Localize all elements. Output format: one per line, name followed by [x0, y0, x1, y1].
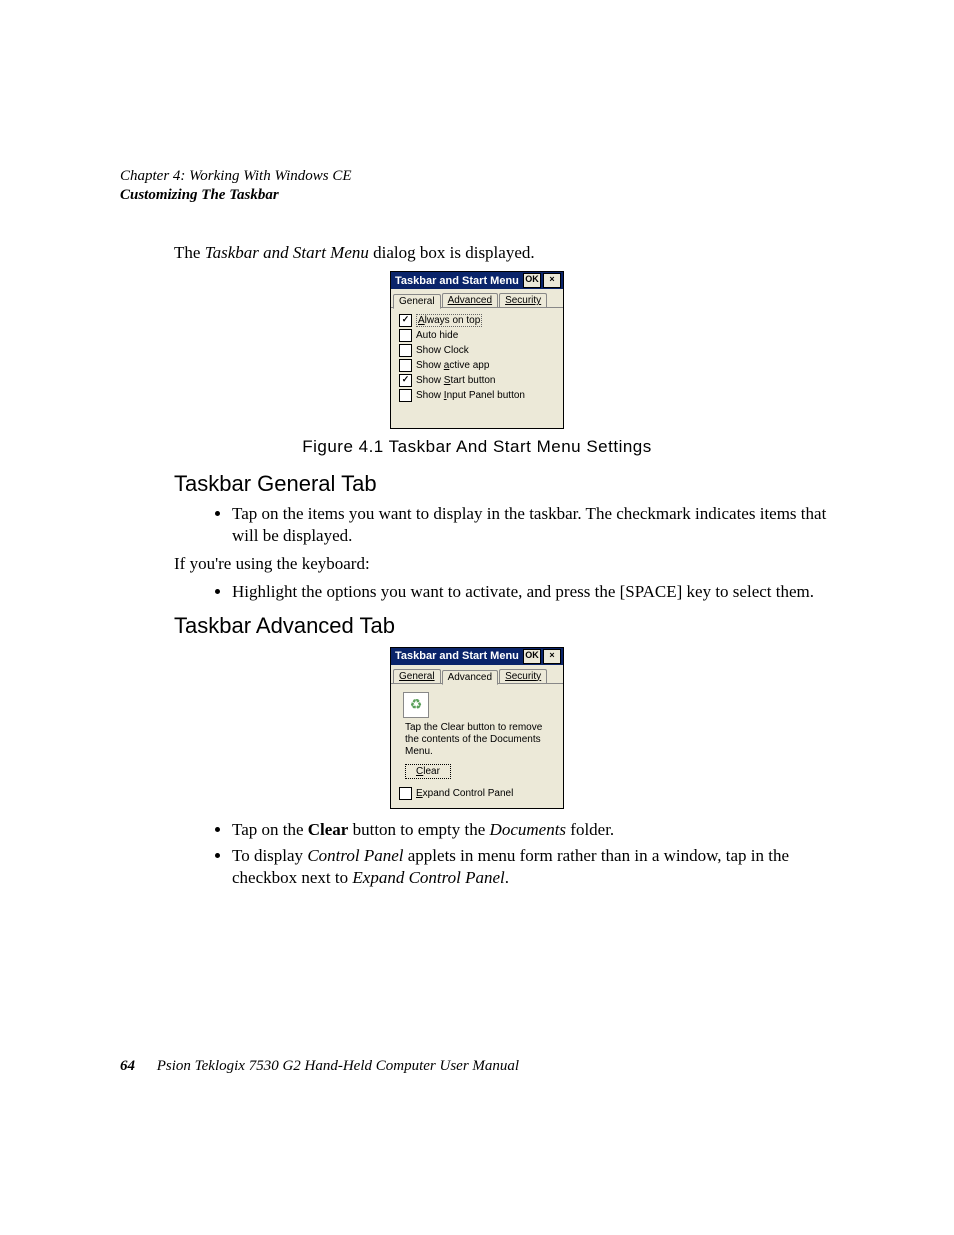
taskbar-dialog-general: Taskbar and Start Menu OK × General Adva…	[390, 271, 564, 429]
page-number: 64	[120, 1058, 135, 1074]
opt-always-on-top[interactable]: ✓ Always on top	[399, 314, 557, 327]
dialog-title: Taskbar and Start Menu	[395, 650, 519, 662]
tab-advanced[interactable]: Advanced	[442, 670, 498, 685]
dialog-title: Taskbar and Start Menu	[395, 275, 519, 287]
documents-icon: ♻	[403, 692, 429, 718]
opt-show-active-app[interactable]: Show active app	[399, 359, 557, 372]
header-chapter: Chapter 4: Working With Windows CE	[120, 168, 834, 185]
tab-advanced[interactable]: Advanced	[442, 293, 498, 307]
heading-advanced-tab: Taskbar Advanced Tab	[174, 613, 834, 639]
checkbox-icon	[399, 389, 412, 402]
tab-general[interactable]: General	[393, 669, 441, 683]
clear-button[interactable]: Clear	[405, 764, 451, 779]
bullet-adv-1: Tap on the Clear button to empty the Doc…	[232, 819, 834, 841]
tab-security[interactable]: Security	[499, 293, 547, 307]
paragraph-keyboard: If you're using the keyboard:	[174, 553, 834, 574]
tab-security[interactable]: Security	[499, 669, 547, 683]
heading-general-tab: Taskbar General Tab	[174, 471, 834, 497]
opt-expand-control-panel[interactable]: Expand Control Panel	[399, 787, 557, 800]
opt-show-clock[interactable]: Show Clock	[399, 344, 557, 357]
advanced-desc: Tap the Clear button to remove the conte…	[399, 722, 557, 758]
manual-title: Psion Teklogix 7530 G2 Hand-Held Compute…	[157, 1058, 519, 1074]
titlebar: Taskbar and Start Menu OK ×	[391, 272, 563, 289]
opt-auto-hide[interactable]: Auto hide	[399, 329, 557, 342]
taskbar-dialog-advanced: Taskbar and Start Menu OK × General Adva…	[390, 647, 564, 809]
opt-show-input-panel[interactable]: Show Input Panel button	[399, 389, 557, 402]
close-button[interactable]: ×	[543, 649, 561, 664]
opt-show-start-button[interactable]: ✓ Show Start button	[399, 374, 557, 387]
titlebar: Taskbar and Start Menu OK ×	[391, 648, 563, 665]
bullet-keyboard-1: Highlight the options you want to activa…	[232, 581, 834, 603]
ok-button[interactable]: OK	[523, 649, 541, 664]
close-button[interactable]: ×	[543, 273, 561, 288]
bullet-general-1: Tap on the items you want to display in …	[232, 503, 834, 547]
checkbox-icon	[399, 344, 412, 357]
figure-caption-1: Figure 4.1 Taskbar And Start Menu Settin…	[120, 437, 834, 457]
page-footer: 64 Psion Teklogix 7530 G2 Hand-Held Comp…	[120, 1058, 519, 1075]
checkbox-icon: ✓	[399, 374, 412, 387]
intro-paragraph: The Taskbar and Start Menu dialog box is…	[174, 242, 834, 263]
checkbox-icon: ✓	[399, 314, 412, 327]
checkbox-icon	[399, 329, 412, 342]
bullet-adv-2: To display Control Panel applets in menu…	[232, 845, 834, 889]
ok-button[interactable]: OK	[523, 273, 541, 288]
checkbox-icon	[399, 359, 412, 372]
header-section: Customizing The Taskbar	[120, 187, 834, 204]
tab-general[interactable]: General	[393, 294, 441, 309]
checkbox-icon	[399, 787, 412, 800]
